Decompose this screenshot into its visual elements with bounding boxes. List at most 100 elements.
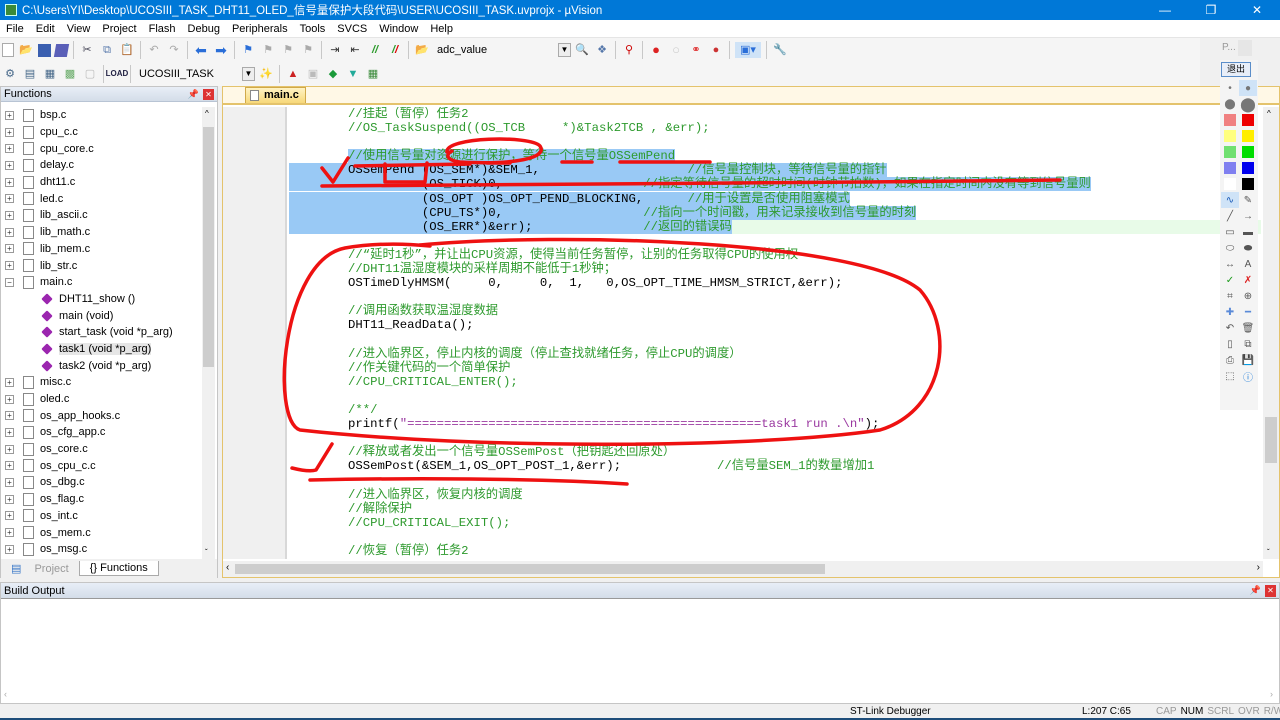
color-swatch[interactable] [1221, 112, 1239, 128]
menu-window[interactable]: Window [373, 23, 424, 35]
code-line[interactable]: 208 [289, 234, 1261, 248]
tree-function-item[interactable]: DHT11_show () [5, 291, 201, 308]
line-icon[interactable]: ╱ [1221, 208, 1239, 224]
tree-file-item[interactable]: + os_dbg.c [5, 474, 201, 491]
code-line[interactable]: 200 //OS_TaskSuspend((OS_TCB *)&Task2TCB… [289, 121, 1261, 135]
expand-icon[interactable]: + [5, 377, 14, 387]
tree-function-item[interactable]: task1 (void *p_arg) [5, 341, 201, 358]
code-line[interactable]: 210 //DHT11温湿度模块的采样周期不能低于1秒钟； [289, 262, 1261, 276]
tree-file-item[interactable]: + os_cpu_c.c [5, 457, 201, 474]
annotation-tool-handle[interactable] [1238, 40, 1252, 56]
tree-file-item[interactable]: + led.c [5, 190, 201, 207]
expand-icon[interactable]: + [5, 144, 14, 154]
tree-file-item[interactable]: + cpu_core.c [5, 140, 201, 157]
window-select-icon[interactable]: ▣▾ [735, 42, 761, 58]
info-icon[interactable]: ⓘ [1239, 368, 1257, 384]
code-line[interactable]: 220 /**/ [289, 403, 1261, 417]
expand-icon[interactable]: + [5, 461, 14, 471]
filled-ellipse-icon[interactable]: ⬬ [1239, 240, 1257, 256]
screenshot-icon[interactable]: ⬚ [1221, 368, 1239, 384]
code-line[interactable]: 230 //恢复（暂停）任务2 [289, 544, 1261, 558]
expand-icon[interactable]: + [5, 244, 14, 254]
expand-icon[interactable]: + [5, 261, 14, 271]
crop-icon[interactable]: ⌗ [1221, 288, 1239, 304]
tree-function-item[interactable]: task2 (void *p_arg) [5, 357, 201, 374]
expand-icon[interactable]: + [5, 160, 14, 170]
code-area[interactable]: 199 //挂起（暂停）任务2200 //OS_TaskSuspend((OS_… [289, 107, 1261, 559]
uncomment-icon[interactable]: / / [387, 42, 403, 58]
code-line[interactable]: 216 //进入临界区，停止内核的调度（停止查找就绪任务，停止CPU的调度） [289, 347, 1261, 361]
find-in-files-icon[interactable]: 📂 [414, 42, 430, 58]
comment-icon[interactable]: // [367, 42, 383, 58]
expand-icon[interactable]: + [5, 210, 14, 220]
redo-icon[interactable]: ↷ [166, 42, 182, 58]
text-icon[interactable]: A [1239, 256, 1257, 272]
editor-vertical-scrollbar[interactable]: ^ ˇ [1263, 107, 1279, 559]
copy-icon[interactable]: ⧉ [99, 42, 115, 58]
tree-file-item[interactable]: + os_mem.c [5, 524, 201, 541]
run-time-environment-icon[interactable]: ▼ [345, 66, 361, 82]
tree-file-item[interactable]: + os_cfg_app.c [5, 424, 201, 441]
prev-bookmark-icon[interactable]: ⚑ [260, 42, 276, 58]
code-line[interactable]: 228 //CPU_CRITICAL_EXIT(); [289, 516, 1261, 530]
code-line[interactable]: 224 OSSemPost(&SEM_1,OS_OPT_POST_1,&err)… [289, 459, 1261, 473]
code-line[interactable]: 211 OSTimeDlyHMSM( 0, 0, 1, 0,OS_OPT_TIM… [289, 276, 1261, 290]
tree-file-item[interactable]: − main.c [5, 274, 201, 291]
chevron-down-icon[interactable]: ▼ [558, 43, 571, 57]
rebuild-icon[interactable]: ▦ [42, 66, 58, 82]
tree-file-item[interactable]: + misc.c [5, 374, 201, 391]
code-line[interactable]: 223 //释放或者发出一个信号量OSSemPost（把钥匙还回原处） [289, 445, 1261, 459]
add-icon[interactable]: ✚ [1221, 304, 1239, 320]
color-swatch[interactable] [1239, 144, 1257, 160]
collapse-icon[interactable]: − [5, 277, 14, 287]
tree-function-item[interactable]: main (void) [5, 307, 201, 324]
select-packs-icon[interactable]: ▣ [305, 66, 321, 82]
menu-help[interactable]: Help [424, 23, 459, 35]
build-output-content[interactable] [1, 599, 1279, 689]
code-line[interactable]: 226 //进入临界区，恢复内核的调度 [289, 488, 1261, 502]
new-page-icon[interactable]: ▯ [1221, 336, 1239, 352]
code-line[interactable]: 207 (OS_ERR*)&err); //返回的错误码 [289, 219, 1261, 234]
code-line[interactable]: 214 DHT11_ReadData(); [289, 318, 1261, 332]
menu-edit[interactable]: Edit [30, 23, 61, 35]
pin-icon[interactable]: 📌 [188, 89, 199, 100]
code-line[interactable]: 218 //CPU_CRITICAL_ENTER(); [289, 375, 1261, 389]
code-line[interactable]: 222 [289, 431, 1261, 445]
cut-icon[interactable]: ✂ [79, 42, 95, 58]
color-swatch[interactable] [1221, 176, 1239, 192]
tree-file-item[interactable]: + lib_str.c [5, 257, 201, 274]
open-file-icon[interactable]: 📂 [18, 42, 34, 58]
tree-file-item[interactable]: + os_msg.c [5, 541, 201, 557]
menu-debug[interactable]: Debug [182, 23, 226, 35]
filled-rectangle-icon[interactable]: ▬ [1239, 224, 1257, 240]
close-panel-icon[interactable]: ✕ [203, 88, 214, 100]
expand-icon[interactable]: + [5, 394, 14, 404]
breakpoint-enable-icon[interactable]: ○ [668, 42, 684, 58]
expand-icon[interactable]: + [5, 194, 14, 204]
code-line[interactable]: 212 [289, 290, 1261, 304]
code-line[interactable]: 209 //“延时1秒”，并让出CPU资源，使得当前任务暂停，让别的任务取得CP… [289, 248, 1261, 262]
delete-icon[interactable]: 🗑 [1239, 320, 1257, 336]
close-panel-icon[interactable]: ✕ [1265, 584, 1276, 597]
pin-icon[interactable]: 📌 [1250, 585, 1261, 596]
functions-scrollbar[interactable]: ^ ˇ [202, 107, 215, 559]
scrollbar-thumb[interactable] [1265, 417, 1277, 463]
indent-icon[interactable]: ⇥ [327, 42, 343, 58]
expand-icon[interactable]: + [5, 544, 14, 554]
build-icon[interactable]: ▤ [22, 66, 38, 82]
expand-icon[interactable]: + [5, 511, 14, 521]
tree-file-item[interactable]: + lib_ascii.c [5, 207, 201, 224]
check-mark-icon[interactable]: ✓ [1221, 272, 1239, 288]
tab-functions[interactable]: {} Functions [78, 561, 159, 576]
build-output-hscroll[interactable]: ‹ › [1, 689, 1279, 703]
dot-medium-icon[interactable]: ● [1239, 80, 1257, 96]
arrow-icon[interactable]: → [1239, 208, 1257, 224]
tree-file-item[interactable]: + delay.c [5, 157, 201, 174]
tree-file-item[interactable]: + os_int.c [5, 508, 201, 525]
code-line[interactable]: 225 [289, 473, 1261, 487]
code-line[interactable]: 213 //调用函数获取温湿度数据 [289, 304, 1261, 318]
color-swatch[interactable] [1221, 160, 1239, 176]
highlighter-icon[interactable]: ✎ [1239, 192, 1257, 208]
save-icon[interactable]: 💾 [1239, 352, 1257, 368]
debug-start-icon[interactable]: ⚲ [621, 42, 637, 58]
